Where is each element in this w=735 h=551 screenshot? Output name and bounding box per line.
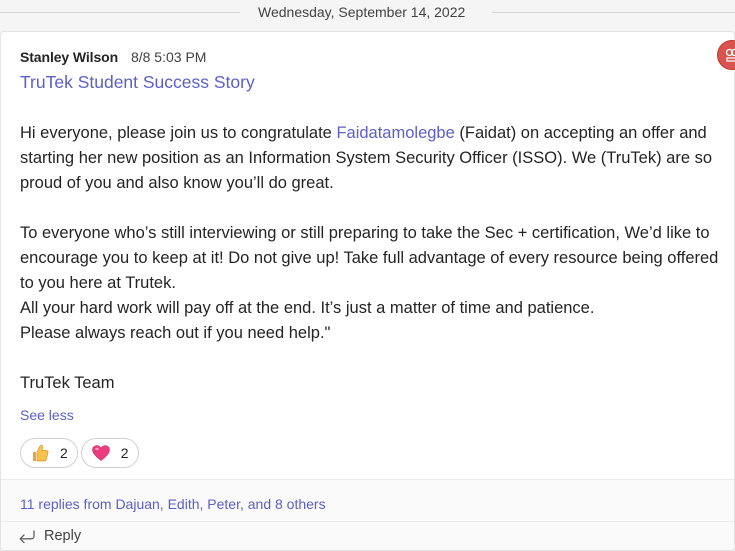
message-timestamp: 8/8 5:03 PM: [130, 49, 207, 65]
heart-icon: [91, 443, 111, 463]
reply-button[interactable]: Reply: [18, 524, 81, 548]
divider-line-right: [492, 12, 735, 13]
replies-section: 11 replies from Dajuan, Edith, Peter, an…: [1, 479, 734, 550]
reaction-count-heart: 2: [120, 445, 129, 461]
reaction-heart[interactable]: 2: [80, 438, 139, 468]
thumbs-up-icon: [30, 443, 50, 463]
body-paragraph-1: Hi everyone, please join us to congratul…: [20, 121, 720, 196]
reaction-thumbs-up[interactable]: 2: [20, 438, 78, 468]
signoff: TruTek Team: [20, 374, 115, 392]
author-name[interactable]: Stanley Wilson: [20, 49, 118, 65]
message-card: Stanley Wilson 8/8 5:03 PM TruTek Studen…: [0, 31, 735, 551]
reactions-bar: 2 2: [20, 438, 139, 468]
user-mention[interactable]: Faidatamolegbe: [336, 124, 454, 142]
body-paragraph-4: Please always reach out if you need help…: [20, 324, 331, 342]
date-label: Wednesday, September 14, 2022: [258, 4, 466, 20]
body-text-intro: Hi everyone, please join us to congratul…: [20, 124, 337, 142]
body-paragraph-2: To everyone who’s still interviewing or …: [20, 224, 719, 292]
divider-line-left: [0, 12, 240, 13]
message-body: Hi everyone, please join us to congratul…: [20, 121, 720, 396]
replies-summary-link[interactable]: 11 replies from Dajuan, Edith, Peter, an…: [20, 496, 326, 512]
reaction-count-thumbs-up: 2: [60, 445, 68, 461]
message-subject: TruTek Student Success Story: [20, 72, 255, 92]
body-paragraph-3: All your hard work will pay off at the e…: [20, 299, 595, 317]
see-less-link[interactable]: See less: [20, 407, 74, 423]
reply-arrow-icon: [19, 530, 35, 544]
reply-label: Reply: [44, 528, 82, 544]
date-divider: Wednesday, September 14, 2022: [0, 0, 735, 24]
reply-divider: [1, 521, 734, 522]
message-header: Stanley Wilson 8/8 5:03 PM: [20, 49, 206, 65]
